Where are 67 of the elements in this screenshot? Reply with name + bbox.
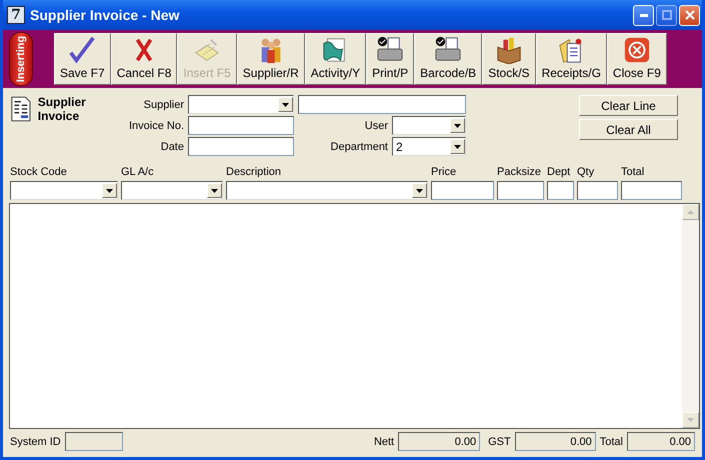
column-input-field[interactable] [431,181,494,200]
amount-field[interactable]: 0.00 [627,432,695,451]
column-dropdown[interactable] [121,181,223,200]
amount-field[interactable]: 0.00 [398,432,480,451]
dropdown-arrow-icon [106,188,113,192]
document-icon [10,95,32,123]
field-label: User [364,120,388,132]
column-input-field[interactable] [577,181,618,200]
field-label: Supplier [142,98,184,110]
dropdown-arrow-icon [454,124,461,128]
column-input-field[interactable] [621,181,682,200]
status-label: GST [488,436,511,448]
toolbar-button[interactable]: Print/P [366,33,414,85]
scroll-down-icon [687,418,694,422]
minimize-icon [640,14,648,16]
column-header: GL A/c [121,165,155,180]
column-header: Packsize [497,165,542,180]
close-button[interactable] [679,4,700,26]
toolbar-button[interactable]: Stock/S [482,33,536,85]
supplier-name-field[interactable] [298,95,466,114]
minimize-button[interactable] [633,4,654,26]
invoice-number-field[interactable] [188,116,294,135]
department-dropdown[interactable]: 2 [392,137,466,156]
toolbar-button[interactable]: Supplier/R [236,33,305,85]
status-label: System ID [10,436,61,448]
column-header: Price [431,165,458,180]
dropdown-arrow-icon [282,102,289,106]
form-title: Supplier Invoice [38,95,87,125]
date-field[interactable] [188,137,294,156]
combo-value: 2 [396,140,404,154]
toolbar-button[interactable]: Barcode/B [414,33,482,85]
clear-button[interactable]: Clear Line [579,95,678,116]
dropdown-arrow-icon [211,188,218,192]
user-dropdown[interactable] [392,116,466,135]
amount-field[interactable]: 0.00 [514,432,596,451]
toolbar-button[interactable]: Save F7 [54,33,111,85]
toolbar-button[interactable]: Close F9 [606,33,667,85]
column-input-field[interactable] [547,181,574,200]
column-header: Total [621,165,646,180]
field-label: Department [330,140,388,152]
dropdown-arrow-icon [416,188,423,192]
mode-badge: Inserting [9,32,33,86]
column-header: Dept [547,165,572,180]
column-header: Qty [577,165,596,180]
window-title: Supplier Invoice - New [30,7,180,23]
column-header: Description [226,165,282,180]
column-dropdown[interactable] [226,181,428,200]
dropdown-arrow-icon [454,144,461,148]
app-icon: 7 [7,6,25,24]
status-label: Nett [374,436,394,448]
system-id-field[interactable] [64,432,123,451]
column-input-field[interactable] [497,181,544,200]
maximize-button[interactable] [656,4,677,26]
scroll-up-icon [687,210,694,214]
toolbar-button[interactable]: Activity/Y [304,33,366,85]
column-header: Stock Code [10,165,68,180]
toolbar-button[interactable]: Receipts/G [536,33,607,85]
column-dropdown[interactable] [10,181,118,200]
field-label: Invoice No. [128,120,184,132]
maximize-icon [662,10,672,20]
status-label: Total [600,436,623,448]
toolbar-button[interactable]: Cancel F8 [110,33,178,85]
clear-button[interactable]: Clear All [579,119,678,140]
close-icon [684,10,694,20]
supplier-dropdown[interactable] [188,95,294,114]
vertical-scrollbar[interactable] [682,204,699,428]
field-label: Date [160,140,184,152]
